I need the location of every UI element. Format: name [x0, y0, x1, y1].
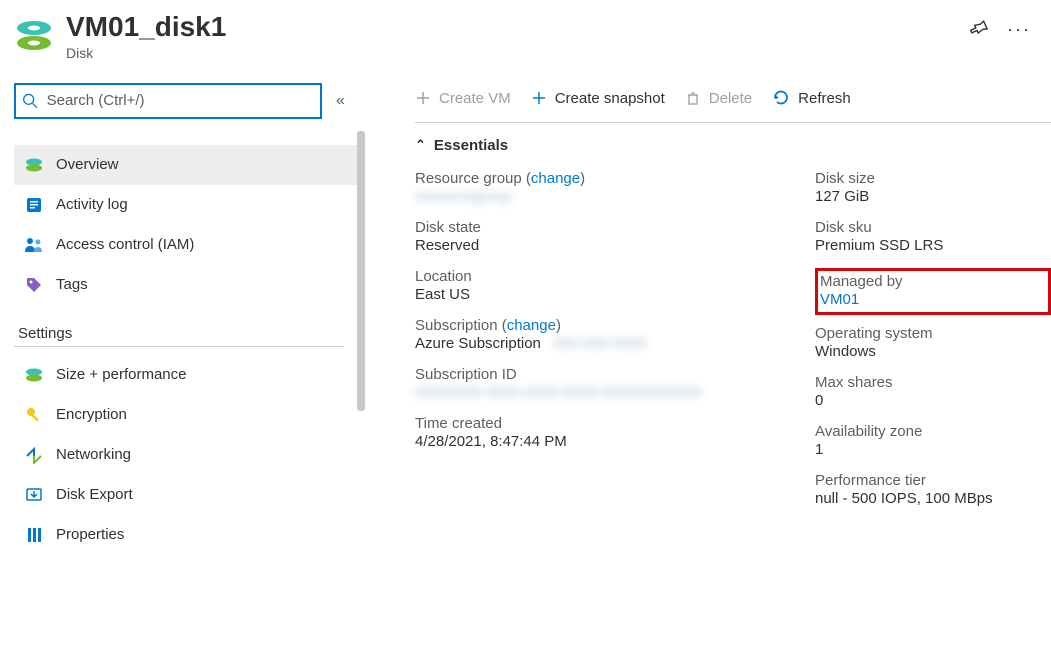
button-label: Create VM [439, 90, 511, 107]
properties-icon [22, 526, 46, 544]
disk-icon [22, 365, 46, 385]
more-icon[interactable]: ··· [1007, 19, 1031, 40]
refresh-icon [772, 89, 790, 107]
page-title: VM01_disk1 [66, 12, 969, 43]
subscription-value: Azure Subscription 000-000-0000 [415, 335, 815, 352]
trash-icon [685, 90, 701, 106]
nav-item-size-performance[interactable]: Size + performance [14, 355, 359, 395]
refresh-button[interactable]: Refresh [772, 89, 851, 107]
nav-item-networking[interactable]: Networking [14, 435, 359, 475]
search-icon [22, 92, 39, 110]
highlighted-managed-by: Managed by VM01 [815, 268, 1051, 315]
time-created-label: Time created [415, 415, 815, 432]
nav-label: Tags [56, 276, 88, 293]
button-label: Refresh [798, 90, 851, 107]
delete-button: Delete [685, 90, 752, 107]
nav-label: Access control (IAM) [56, 236, 194, 253]
nav-label: Encryption [56, 406, 127, 423]
disk-state-value: Reserved [415, 237, 815, 254]
collapse-sidebar-button[interactable]: « [336, 92, 345, 110]
disk-size-label: Disk size [815, 170, 1051, 187]
nav-label: Overview [56, 156, 119, 173]
plus-icon [415, 90, 431, 106]
disk-resource-icon [14, 16, 54, 56]
page-header: VM01_disk1 Disk ··· [0, 0, 1051, 69]
key-icon [22, 406, 46, 424]
performance-tier-label: Performance tier [815, 472, 1051, 489]
export-icon [22, 486, 46, 504]
time-created-value: 4/28/2021, 8:47:44 PM [415, 433, 815, 450]
availability-zone-value: 1 [815, 441, 1051, 458]
disk-size-value: 127 GiB [815, 188, 1051, 205]
nav-item-properties[interactable]: Properties [14, 515, 359, 555]
plus-icon [531, 90, 547, 106]
network-icon [22, 446, 46, 464]
create-snapshot-button[interactable]: Create snapshot [531, 90, 665, 107]
os-label: Operating system [815, 325, 1051, 342]
nav-item-tags[interactable]: Tags [14, 265, 359, 305]
subscription-label: Subscription (change) [415, 317, 815, 334]
subscription-id-label: Subscription ID [415, 366, 815, 383]
create-vm-button: Create VM [415, 90, 511, 107]
nav-item-encryption[interactable]: Encryption [14, 395, 359, 435]
nav-label: Activity log [56, 196, 128, 213]
subscription-link[interactable]: Azure Subscription [415, 335, 541, 352]
resource-group-value: resourcegroup [415, 188, 815, 205]
nav-item-activity-log[interactable]: Activity log [14, 185, 359, 225]
search-input[interactable] [45, 91, 314, 110]
tag-icon [22, 276, 46, 294]
nav-item-overview[interactable]: Overview [14, 145, 359, 185]
disk-state-label: Disk state [415, 219, 815, 236]
button-label: Delete [709, 90, 752, 107]
max-shares-value: 0 [815, 392, 1051, 409]
essentials-label: Essentials [434, 137, 508, 154]
sidebar: « Overview Activity log Access control (… [14, 69, 359, 555]
settings-section-header: Settings [18, 325, 359, 342]
disk-sku-value: Premium SSD LRS [815, 237, 1051, 254]
max-shares-label: Max shares [815, 374, 1051, 391]
disk-sku-label: Disk sku [815, 219, 1051, 236]
location-label: Location [415, 268, 815, 285]
search-box[interactable] [14, 83, 322, 119]
nav-item-access-control[interactable]: Access control (IAM) [14, 225, 359, 265]
subscription-id-value: 00000000-0000-0000-0000-000000000000 [415, 384, 815, 401]
performance-tier-value: null - 500 IOPS, 100 MBps [815, 490, 1051, 507]
os-value: Windows [815, 343, 1051, 360]
availability-zone-label: Availability zone [815, 423, 1051, 440]
nav-label: Networking [56, 446, 131, 463]
page-subtitle: Disk [66, 45, 969, 61]
nav-label: Size + performance [56, 366, 186, 383]
log-icon [22, 196, 46, 214]
nav-label: Properties [56, 526, 124, 543]
change-resource-group-link[interactable]: change [531, 170, 580, 187]
main-content: Create VM Create snapshot Delete Refresh… [359, 69, 1051, 555]
change-subscription-link[interactable]: change [507, 317, 556, 334]
chevron-up-icon: ⌃ [415, 137, 426, 153]
essentials-toggle[interactable]: ⌃ Essentials [415, 137, 1051, 154]
nav-label: Disk Export [56, 486, 133, 503]
managed-by-label: Managed by [820, 273, 1042, 290]
resource-group-label: Resource group (change) [415, 170, 815, 187]
iam-icon [22, 236, 46, 254]
nav-item-disk-export[interactable]: Disk Export [14, 475, 359, 515]
button-label: Create snapshot [555, 90, 665, 107]
pin-icon[interactable] [969, 18, 989, 41]
sidebar-scrollbar[interactable] [355, 131, 367, 641]
command-bar: Create VM Create snapshot Delete Refresh [415, 81, 1051, 123]
section-divider [14, 346, 344, 347]
managed-by-link[interactable]: VM01 [820, 291, 1042, 308]
location-value: East US [415, 286, 815, 303]
disk-icon [22, 155, 46, 175]
